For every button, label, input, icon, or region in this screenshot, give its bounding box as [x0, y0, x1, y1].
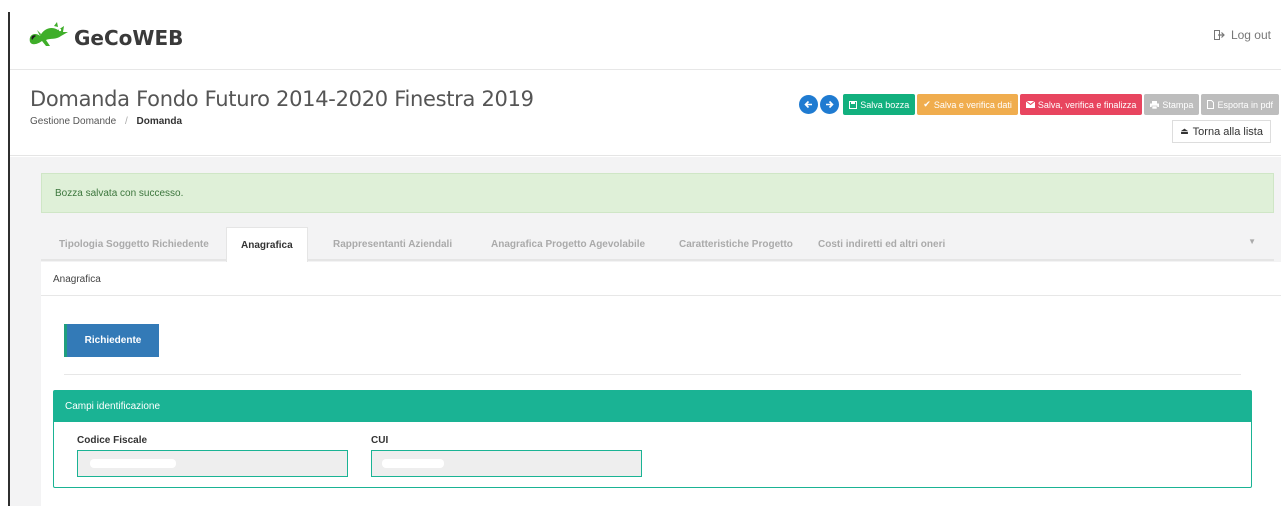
richiedente-button[interactable]: Richiedente [64, 324, 159, 357]
arrow-left-icon [804, 100, 813, 109]
tab-costi-indiretti[interactable]: Costi indiretti ed altri oneri [818, 227, 945, 261]
tab-anagrafica[interactable]: Anagrafica [226, 227, 308, 262]
logout-link[interactable]: Log out [1213, 28, 1271, 42]
print-button[interactable]: Stampa [1144, 94, 1200, 115]
floppy-disk-icon [849, 100, 858, 109]
back-to-list-button[interactable]: ⏏ Torna alla lista [1172, 120, 1271, 143]
tab-tipologia-soggetto-richiedente[interactable]: Tipologia Soggetto Richiedente [59, 227, 209, 261]
action-toolbar: Salva bozza ✔ Salva e verifica dati Salv… [799, 94, 1279, 115]
tab-caratteristiche-progetto[interactable]: Caratteristiche Progetto [679, 227, 793, 261]
eject-icon: ⏏ [1180, 126, 1189, 136]
codice-fiscale-label: Codice Fiscale [77, 435, 148, 446]
save-finalize-button[interactable]: Salva, verifica e finalizza [1019, 94, 1143, 115]
print-label: Stampa [1162, 99, 1194, 110]
envelope-icon [1025, 101, 1035, 108]
breadcrumb-separator: / [124, 116, 128, 127]
tab-rappresentanti-aziendali[interactable]: Rappresentanti Aziendali [333, 227, 452, 261]
arrow-right-icon [826, 100, 834, 109]
printer-icon [1150, 100, 1160, 109]
breadcrumb-item-gestione-domande[interactable]: Gestione Domande [30, 116, 116, 127]
tab-anagrafica-progetto-agevolabile[interactable]: Anagrafica Progetto Agevolabile [491, 227, 645, 261]
next-button[interactable] [820, 95, 840, 114]
save-draft-button[interactable]: Salva bozza [843, 94, 916, 115]
anagrafica-panel: Anagrafica Richiedente Campi identificaz… [41, 262, 1281, 506]
previous-button[interactable] [799, 95, 819, 114]
page-title: Domanda Fondo Futuro 2014-2020 Finestra … [30, 87, 534, 111]
logout-label: Log out [1230, 28, 1271, 42]
breadcrumb: Gestione Domande / Domanda [30, 116, 182, 127]
page-header: Domanda Fondo Futuro 2014-2020 Finestra … [10, 71, 1281, 156]
tab-bar: Tipologia Soggetto Richiedente Anagrafic… [41, 227, 1274, 262]
back-to-list-label: Torna alla lista [1192, 125, 1263, 138]
export-pdf-label: Esporta in pdf [1217, 99, 1273, 110]
check-icon: ✔ [923, 99, 931, 109]
cui-input[interactable] [371, 450, 642, 477]
save-verify-button[interactable]: ✔ Salva e verifica dati [917, 94, 1018, 115]
redacted-value [90, 459, 176, 468]
redacted-value [382, 459, 444, 468]
top-navbar: GeCoWEB Log out [10, 12, 1281, 70]
caret-down-icon[interactable]: ▼ [1248, 237, 1256, 246]
alert-message: Bozza salvata con successo. [55, 188, 184, 199]
export-pdf-button[interactable]: Esporta in pdf [1201, 94, 1279, 115]
app-logo[interactable]: GeCoWEB [26, 20, 183, 50]
file-pdf-icon [1207, 100, 1215, 109]
save-draft-label: Salva bozza [860, 99, 910, 110]
breadcrumb-item-domanda: Domanda [136, 116, 183, 127]
gecko-icon [29, 22, 69, 46]
save-finalize-label: Salva, verifica e finalizza [1037, 99, 1137, 110]
divider [64, 374, 1241, 375]
identification-card: Campi identificazione Codice Fiscale CUI [53, 390, 1252, 488]
save-verify-label: Salva e verifica dati [933, 99, 1012, 110]
card-title: Campi identificazione [54, 391, 1251, 422]
panel-heading: Anagrafica [41, 262, 1281, 296]
cui-label: CUI [371, 435, 389, 446]
app-name: GeCoWEB [74, 26, 184, 50]
success-alert: Bozza salvata con successo. [41, 173, 1274, 213]
sign-out-icon [1213, 30, 1225, 40]
main-content: Bozza salvata con successo. Tipologia So… [10, 157, 1281, 506]
codice-fiscale-input[interactable] [77, 450, 348, 477]
